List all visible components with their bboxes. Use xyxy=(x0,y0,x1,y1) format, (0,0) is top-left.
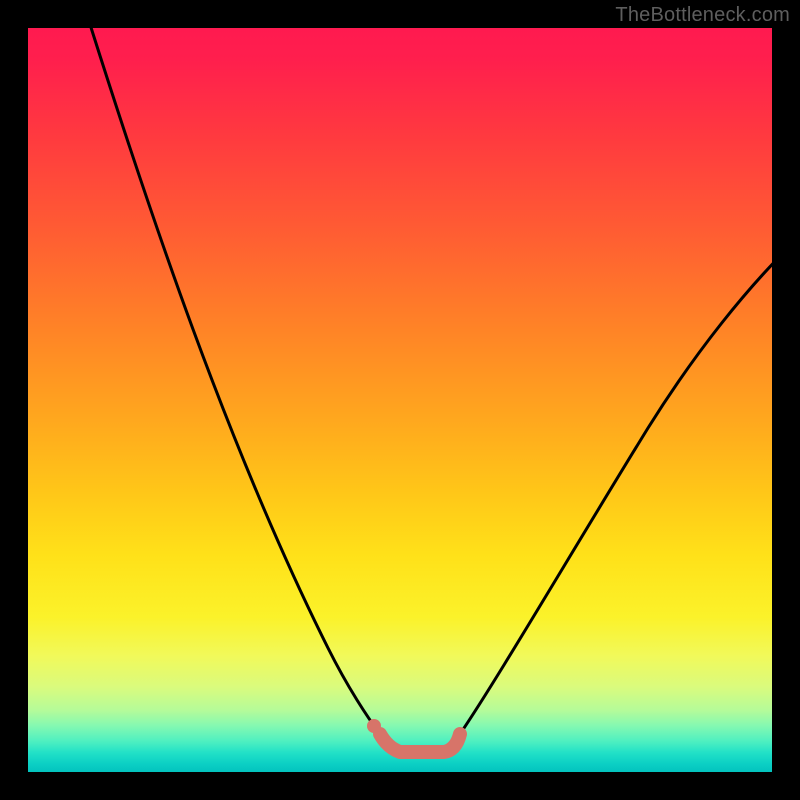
curve-overlay xyxy=(28,28,772,772)
valley-curve-right xyxy=(460,248,772,734)
plot-area xyxy=(28,28,772,772)
trough-marker xyxy=(380,734,460,752)
watermark-label: TheBottleneck.com xyxy=(615,4,790,27)
chart-frame: TheBottleneck.com xyxy=(0,0,800,800)
trough-dot-icon xyxy=(367,719,381,733)
valley-curve-left xyxy=(88,28,380,734)
